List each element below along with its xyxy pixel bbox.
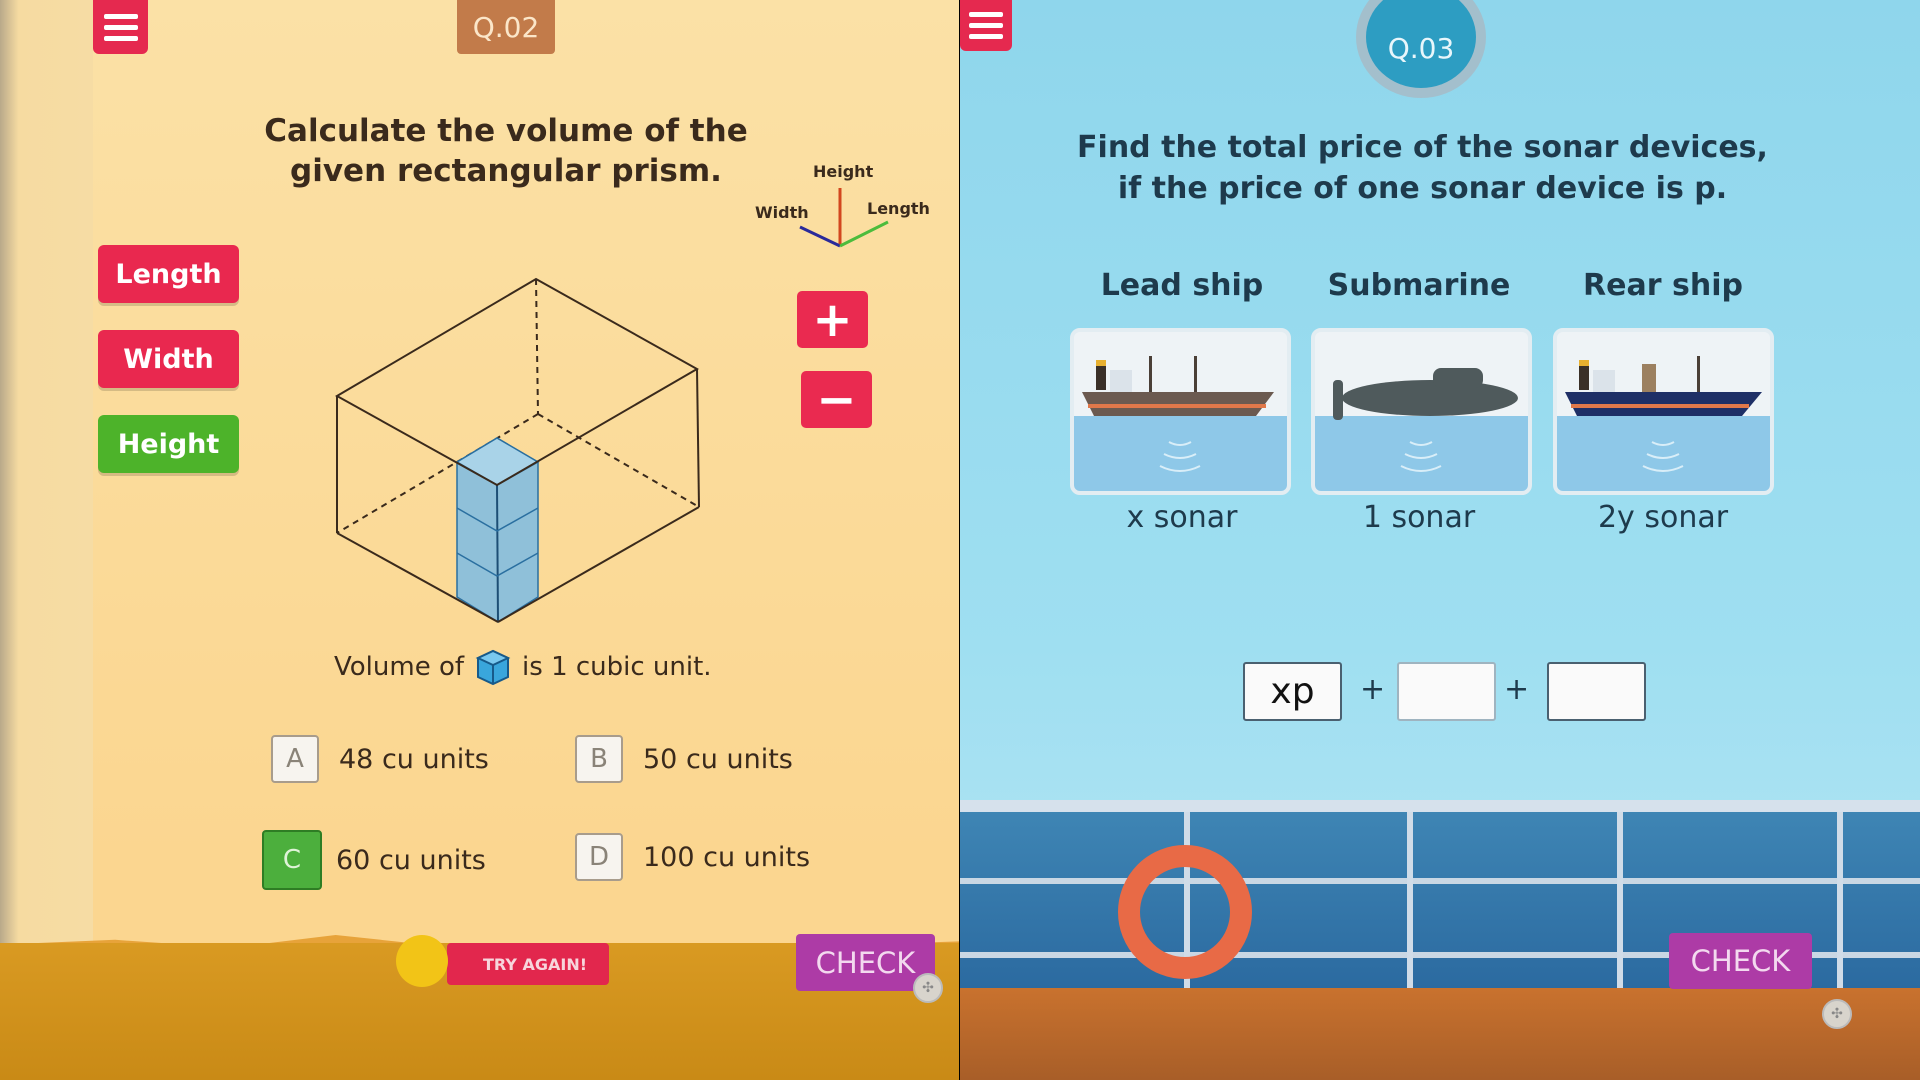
option-a[interactable]: A 48 cu units xyxy=(271,735,489,783)
unit-cube-icon xyxy=(475,649,511,686)
railing-bar xyxy=(960,878,1920,884)
question-text: Find the total price of the sonar device… xyxy=(1077,130,1768,206)
lead-ship-icon xyxy=(1074,356,1287,491)
rear-ship-card xyxy=(1553,328,1774,495)
life-ring-icon xyxy=(1118,845,1252,979)
vessel-name: Rear ship xyxy=(1583,268,1743,303)
option-d[interactable]: D 100 cu units xyxy=(575,833,810,881)
question-panel-right: Q.03 Find the total price of the sonar d… xyxy=(960,0,1920,1080)
answer-input-3[interactable] xyxy=(1547,662,1646,721)
answer-input-2[interactable] xyxy=(1397,662,1496,721)
sad-face-icon xyxy=(396,935,448,987)
submarine-card xyxy=(1311,328,1532,495)
sonar-count: 1 sonar xyxy=(1362,500,1476,535)
vessel-name: Submarine xyxy=(1327,268,1511,303)
hidden-edge xyxy=(535,278,539,415)
railing-post xyxy=(1617,812,1623,992)
unit-note: Volume of is 1 cubic unit. xyxy=(334,648,712,686)
menu-button[interactable] xyxy=(960,0,1012,51)
question-panel-left: Q.02 Calculate the volume of the given r… xyxy=(0,0,959,1080)
railing-post xyxy=(1837,812,1843,992)
answer-input-1[interactable]: xp xyxy=(1243,662,1342,721)
sonar-count: x sonar xyxy=(1126,500,1238,535)
vessel-name: Lead ship xyxy=(1100,268,1264,303)
plus-operator: + xyxy=(1504,672,1530,707)
deck xyxy=(960,988,1920,1080)
railing-top xyxy=(960,800,1920,812)
plus-operator: + xyxy=(1360,672,1386,707)
railing-post xyxy=(1407,812,1413,992)
option-b[interactable]: B 50 cu units xyxy=(575,735,793,783)
rectangular-prism-diagram xyxy=(334,277,700,623)
option-c[interactable]: C 60 cu units xyxy=(262,830,486,890)
submarine-icon xyxy=(1315,368,1528,491)
try-again-badge: TRY AGAIN! xyxy=(447,943,609,985)
sonar-count: 2y sonar xyxy=(1597,500,1729,535)
unit-cube-column xyxy=(455,437,540,623)
check-button[interactable]: CHECK xyxy=(1669,933,1812,989)
hamburger-icon xyxy=(969,12,1003,17)
hidden-edge xyxy=(537,413,700,508)
collapse-icon[interactable]: ✣ xyxy=(913,973,943,1003)
lead-ship-card xyxy=(1070,328,1291,495)
collapse-icon[interactable]: ✣ xyxy=(1822,999,1852,1029)
rear-ship-icon xyxy=(1557,356,1770,491)
